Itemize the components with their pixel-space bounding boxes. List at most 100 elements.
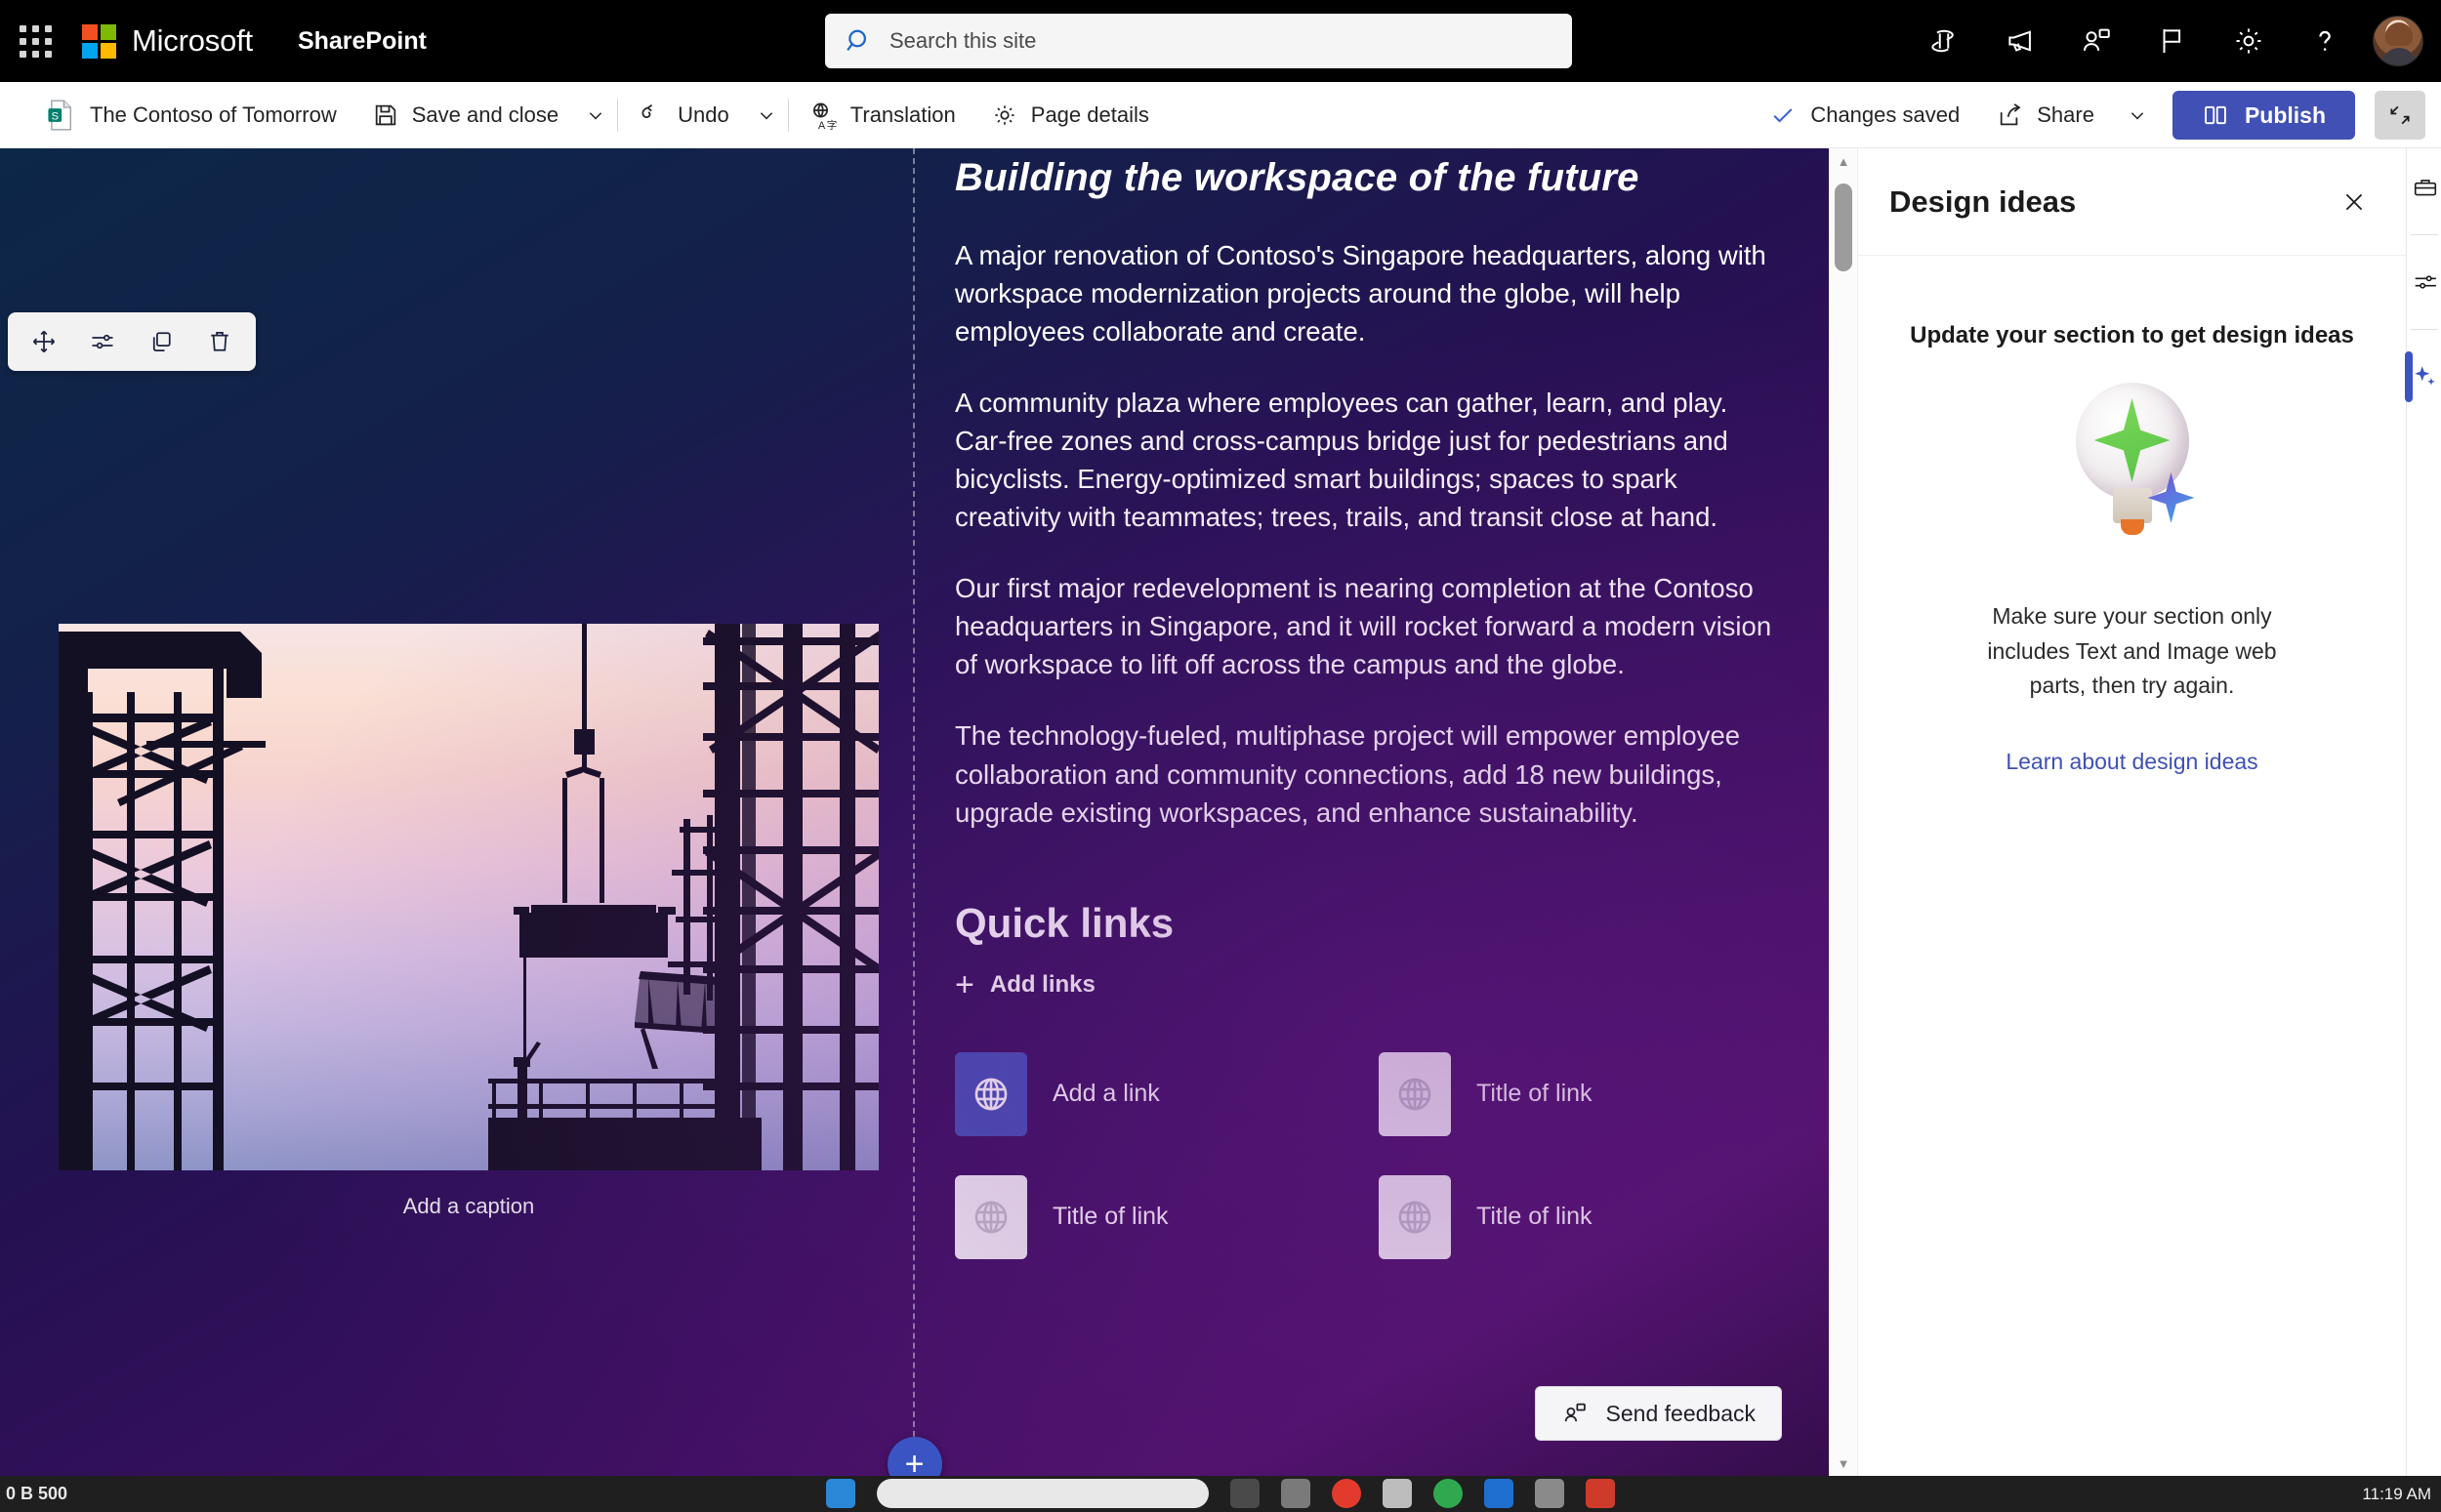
quick-links-heading[interactable]: Quick links — [955, 900, 1775, 947]
add-section-button[interactable]: + — [887, 1437, 942, 1476]
construction-silhouette — [59, 624, 879, 1170]
site-search[interactable] — [825, 14, 1572, 68]
quick-link-item[interactable]: Add a link — [955, 1051, 1379, 1136]
copilot-icon[interactable] — [1906, 0, 1982, 82]
gear-icon[interactable] — [2211, 0, 2287, 82]
publish-icon — [2205, 105, 2226, 125]
meet-now-icon[interactable] — [2058, 0, 2134, 82]
taskbar-app-icon[interactable] — [1433, 1479, 1463, 1508]
panel-subtitle: Update your section to get design ideas — [1910, 322, 2354, 348]
flag-icon[interactable] — [2134, 0, 2211, 82]
text-web-part[interactable]: Building the workspace of the future A m… — [955, 148, 1775, 1259]
page-title[interactable]: S The Contoso of Tomorrow — [0, 82, 354, 148]
taskbar-app-icon[interactable] — [1281, 1479, 1310, 1508]
properties-icon[interactable] — [2407, 243, 2441, 321]
globe-icon — [955, 1174, 1027, 1259]
globe-icon — [1379, 1174, 1451, 1259]
scroll-down-arrow-icon[interactable]: ▼ — [1830, 1451, 1857, 1476]
taskbar-app-icon[interactable] — [1332, 1479, 1361, 1508]
divider — [2411, 234, 2438, 235]
quick-link-item[interactable]: Title of link — [1379, 1051, 1802, 1136]
column-divider — [913, 148, 915, 1476]
avatar[interactable] — [2373, 16, 2423, 66]
taskbar-app-icon[interactable] — [1383, 1479, 1412, 1508]
add-links-label: Add links — [989, 970, 1096, 998]
construction-photo — [59, 624, 879, 1170]
taskbar-app-icon[interactable] — [1230, 1479, 1260, 1508]
svg-text:字: 字 — [827, 118, 838, 129]
duplicate-web-part-button[interactable] — [137, 318, 186, 365]
collapse-icon — [2390, 105, 2410, 125]
image-caption-input[interactable]: Add a caption — [59, 1170, 879, 1219]
bulb-base-icon — [2112, 488, 2152, 523]
edit-web-part-button[interactable] — [78, 318, 127, 365]
toolbox-icon[interactable] — [2407, 148, 2441, 226]
save-options-chevron-down-icon[interactable] — [576, 82, 615, 148]
section-heading[interactable]: Building the workspace of the future — [955, 154, 1775, 201]
command-bar-right: Changes saved Share Publish — [1756, 82, 2425, 148]
design-ideas-sparkle-icon[interactable] — [2405, 338, 2441, 416]
search-input[interactable] — [890, 28, 1552, 54]
image-web-part[interactable]: Add a caption — [59, 624, 879, 1219]
microsoft-logo[interactable]: Microsoft — [82, 23, 253, 59]
send-feedback-button[interactable]: Send feedback — [1534, 1386, 1782, 1441]
trash-icon — [211, 332, 228, 351]
undo-icon — [641, 103, 653, 118]
body-paragraph[interactable]: The technology-fueled, multiphase projec… — [955, 716, 1775, 831]
app-launcher-button[interactable] — [0, 0, 70, 82]
taskbar-app-icon[interactable] — [1535, 1479, 1564, 1508]
search-icon — [847, 29, 866, 52]
share-options-chevron-down-icon[interactable] — [2118, 82, 2157, 148]
scroll-up-arrow-icon[interactable]: ▲ — [1830, 148, 1857, 174]
taskbar-clock[interactable]: 11:19 AM — [2362, 1485, 2431, 1504]
design-ideas-panel: Design ideas Update your section to get … — [1857, 148, 2406, 1476]
collapse-ribbon-button[interactable] — [2375, 91, 2425, 140]
copy-icon — [152, 332, 171, 351]
web-part-toolbar — [8, 312, 256, 371]
learn-about-design-ideas-link[interactable]: Learn about design ideas — [1858, 749, 2406, 775]
undo-options-chevron-down-icon[interactable] — [747, 82, 786, 148]
canvas-scrollbar[interactable]: ▲ ▼ — [1829, 148, 1856, 1476]
suite-header-actions — [1906, 0, 2441, 82]
body-paragraph[interactable]: A community plaza where employees can ga… — [955, 384, 1775, 536]
changes-saved-label: Changes saved — [1810, 102, 1961, 127]
plus-icon: + — [955, 965, 974, 1003]
quick-link-item[interactable]: Title of link — [1379, 1174, 1802, 1259]
translation-label: Translation — [849, 102, 956, 127]
quick-link-item[interactable]: Title of link — [955, 1174, 1379, 1259]
translation-button[interactable]: A 字 Translation — [791, 82, 973, 148]
move-web-part-button[interactable] — [20, 318, 68, 365]
app-name-link[interactable]: SharePoint — [298, 27, 427, 56]
undo-button[interactable]: Undo — [620, 82, 747, 148]
taskbar-apps — [826, 1479, 1615, 1508]
quick-links-web-part[interactable]: Quick links + Add links Add a link Title… — [955, 900, 1775, 1259]
publish-button[interactable]: Publish — [2172, 91, 2355, 140]
taskbar-app-icon[interactable] — [1586, 1479, 1615, 1508]
save-and-close-label: Save and close — [411, 102, 559, 127]
help-icon[interactable] — [2287, 0, 2363, 82]
globe-icon — [1379, 1051, 1451, 1136]
megaphone-icon[interactable] — [1982, 0, 2058, 82]
svg-text:S: S — [51, 110, 59, 122]
taskbar-app-icon[interactable] — [826, 1479, 855, 1508]
right-rail — [2405, 148, 2441, 1476]
taskbar-search-pill[interactable] — [877, 1479, 1209, 1508]
body-paragraph[interactable]: A major renovation of Contoso's Singapor… — [955, 236, 1775, 350]
save-and-close-button[interactable]: Save and close — [354, 82, 576, 148]
scrollbar-thumb[interactable] — [1835, 184, 1852, 271]
divider — [787, 98, 789, 132]
page-details-button[interactable]: Page details — [973, 82, 1167, 148]
page-details-label: Page details — [1030, 102, 1149, 127]
save-icon — [375, 104, 395, 125]
body-paragraph[interactable]: Our first major redevelopment is nearing… — [955, 569, 1775, 683]
os-taskbar: 0 B 500 11:19 AM — [0, 1476, 2441, 1512]
taskbar-app-icon[interactable] — [1484, 1479, 1513, 1508]
close-icon[interactable] — [2332, 180, 2377, 225]
add-links-button[interactable]: + Add links — [955, 968, 1775, 1001]
divider — [2411, 329, 2438, 330]
share-button[interactable]: Share — [1979, 82, 2112, 148]
quick-link-label: Add a link — [1053, 1080, 1160, 1108]
sharepoint-page-icon: S — [48, 99, 71, 131]
panel-header: Design ideas — [1858, 148, 2406, 256]
delete-web-part-button[interactable] — [195, 318, 244, 365]
